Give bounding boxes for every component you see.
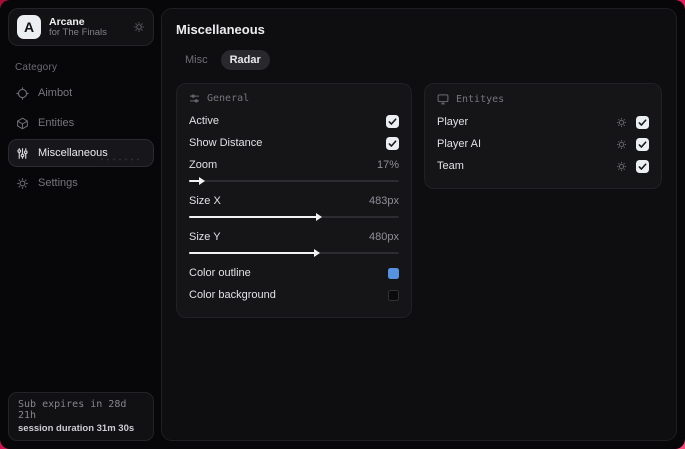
setting-row-zoom: Zoom 17% [189,154,399,176]
main-panel: Miscellaneous Misc Radar General Active … [161,8,677,441]
color-outline-swatch[interactable] [388,267,399,279]
setting-label: Color outline [189,267,251,279]
entities-panel-title: Entityes [456,93,505,105]
app-titles: Arcane for The Finals [49,16,125,39]
tab-bar: Misc Radar [176,50,662,70]
subscription-info: Sub expires in 28d 21h session duration … [8,392,154,441]
sidebar: A Arcane for The Finals Category Aimbot … [8,8,154,441]
general-panel-title: General [207,93,250,104]
sidebar-item-miscellaneous[interactable]: Miscellaneous [8,139,154,167]
zoom-slider[interactable] [189,177,399,185]
sidebar-item-label: Settings [38,177,78,189]
tab-radar[interactable]: Radar [220,50,270,70]
setting-row-size-x: Size X 483px [189,190,399,212]
slider-thumb[interactable] [314,249,320,257]
setting-label: Zoom [189,159,218,171]
size-x-value: 483px [369,195,399,207]
setting-row-size-y: Size Y 480px [189,226,399,248]
app-window: A Arcane for The Finals Category Aimbot … [0,0,685,449]
panels-row: General Active Show Distance Zoom 17% Si… [176,83,662,318]
setting-label: Size X [189,195,221,207]
app-name: Arcane [49,15,85,28]
slider-fill [189,249,320,257]
entities-panel-header: Entityes [437,93,649,105]
show-distance-checkbox[interactable] [386,136,399,150]
slider-fill [189,213,323,221]
zoom-value: 17% [376,159,399,171]
gear-icon [16,177,29,190]
size-x-slider[interactable] [189,213,399,221]
team-checkbox[interactable] [636,159,649,173]
slider-thumb[interactable] [316,213,323,221]
sliders-icon [16,147,29,160]
setting-label: Show Distance [189,137,263,149]
app-logo: A [17,15,41,39]
tab-misc[interactable]: Misc [176,50,217,70]
entities-panel: Entityes Player Player AI Team [424,83,662,189]
slider-track [189,180,399,182]
sidebar-item-label: Miscellaneous [38,147,108,159]
sub-expires-text: Sub expires in 28d 21h [18,399,127,421]
category-label: Category [15,62,58,73]
header-gear-icon[interactable] [133,21,145,33]
sidebar-header: A Arcane for The Finals [8,8,154,46]
setting-row-color-outline: Color outline [189,262,399,284]
general-panel-header: General [189,93,399,104]
sidebar-item-label: Aimbot [38,87,73,99]
sidebar-nav: Aimbot Entities Miscellaneous Settings [8,77,154,197]
entity-controls [616,137,649,151]
player-ai-checkbox[interactable] [636,137,649,151]
crosshair-icon [16,86,29,100]
active-checkbox[interactable] [386,114,399,128]
setting-label: Size Y [189,231,221,243]
color-background-swatch[interactable] [388,289,399,301]
entity-row-player-ai: Player AI [437,133,649,155]
page-title: Miscellaneous [176,22,265,37]
setting-row-show-distance: Show Distance [189,132,399,154]
player-checkbox[interactable] [636,115,649,129]
session-duration-text: session duration 31m 30s [18,423,135,434]
entity-controls [616,115,649,129]
entity-settings-gear-icon[interactable] [616,139,627,150]
sidebar-item-settings[interactable]: Settings [8,169,154,197]
sidebar-item-aimbot[interactable]: Aimbot [8,79,154,107]
slider-thumb[interactable] [198,177,205,185]
entity-settings-gear-icon[interactable] [616,117,627,128]
entity-label: Team [437,160,464,172]
size-y-slider[interactable] [189,249,399,257]
size-y-value: 480px [369,231,399,243]
slider-fill [189,177,205,185]
active-item-texture [99,157,143,162]
setting-label: Active [189,115,219,127]
setting-row-active: Active [189,110,399,132]
app-subtitle: for The Finals [49,26,107,38]
entity-controls [616,159,649,173]
setting-row-color-background: Color background [189,284,399,306]
entity-row-player: Player [437,111,649,133]
entity-row-team: Team [437,155,649,177]
setting-label: Color background [189,289,276,301]
entity-label: Player [437,116,469,128]
cube-icon [16,117,29,130]
entity-settings-gear-icon[interactable] [616,161,627,172]
sidebar-item-entities[interactable]: Entities [8,109,154,137]
monitor-icon [437,93,449,105]
general-panel: General Active Show Distance Zoom 17% Si… [176,83,412,318]
sidebar-item-label: Entities [38,117,75,129]
sliders-horizontal-icon [189,93,200,104]
entity-label: Player AI [437,138,482,150]
